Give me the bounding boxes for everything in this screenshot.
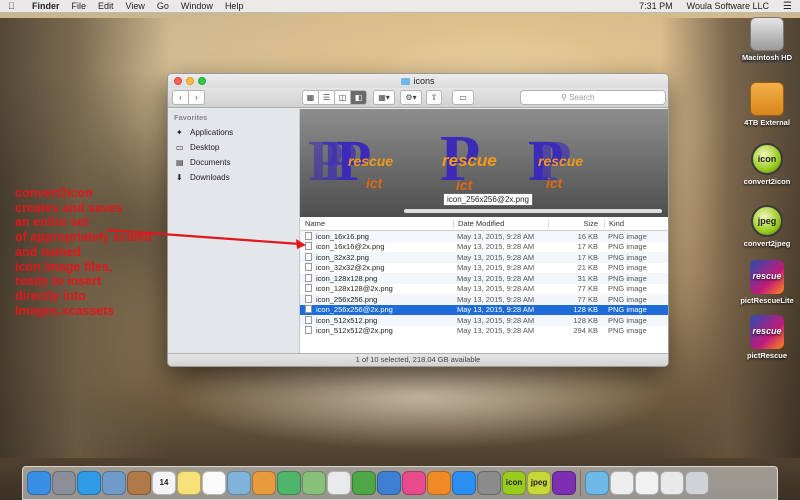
safari-icon[interactable] — [77, 471, 101, 495]
trash-icon[interactable] — [685, 471, 709, 495]
reminders-icon[interactable] — [202, 471, 226, 495]
finder-icon[interactable] — [27, 471, 51, 495]
applications-folder-icon[interactable] — [585, 471, 609, 495]
document-icon[interactable] — [610, 471, 634, 495]
dock-separator — [580, 470, 581, 496]
itunes-icon[interactable] — [402, 471, 426, 495]
document-2-icon[interactable] — [635, 471, 659, 495]
contacts-icon[interactable] — [127, 471, 151, 495]
facetime-icon[interactable] — [277, 471, 301, 495]
convert2icon-dock-icon[interactable]: icon — [502, 471, 526, 495]
pictrescue-dock-icon[interactable] — [552, 471, 576, 495]
launchpad-icon[interactable] — [52, 471, 76, 495]
photos-icon[interactable] — [252, 471, 276, 495]
preview-icon[interactable] — [102, 471, 126, 495]
annotation-arrow-icon — [105, 228, 306, 249]
maps-icon[interactable] — [302, 471, 326, 495]
preview-photos-icon[interactable] — [227, 471, 251, 495]
convert2jpeg-dock-icon[interactable]: jpeg — [527, 471, 551, 495]
dock: 14 icon jpeg — [22, 466, 778, 500]
numbers-icon[interactable] — [352, 471, 376, 495]
calendar-icon[interactable]: 14 — [152, 471, 176, 495]
app-store-icon[interactable] — [452, 471, 476, 495]
keynote-icon[interactable] — [377, 471, 401, 495]
textedit-icon[interactable] — [327, 471, 351, 495]
document-3-icon[interactable] — [660, 471, 684, 495]
ibooks-icon[interactable] — [427, 471, 451, 495]
system-preferences-icon[interactable] — [477, 471, 501, 495]
notes-icon[interactable] — [177, 471, 201, 495]
